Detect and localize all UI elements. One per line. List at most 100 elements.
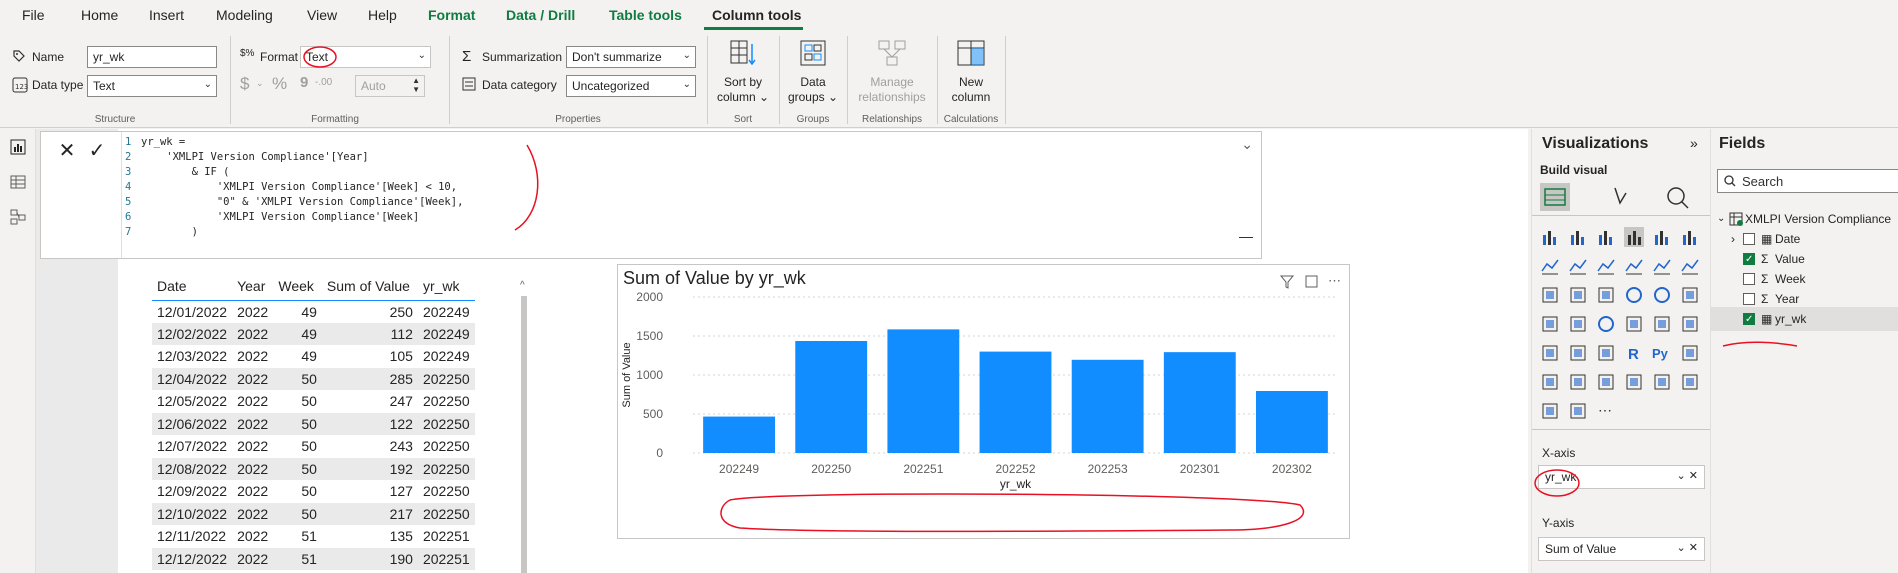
yaxis-well[interactable]: Sum of Value ⌄ ✕ xyxy=(1538,537,1705,561)
xaxis-well[interactable]: yr_wk ⌄ ✕ xyxy=(1538,465,1705,489)
funnel-icon[interactable] xyxy=(1568,285,1588,305)
clustered-column-icon[interactable] xyxy=(1624,227,1644,247)
scatter-icon[interactable] xyxy=(1596,285,1616,305)
line-column-icon[interactable] xyxy=(1624,256,1644,276)
bar[interactable] xyxy=(795,340,868,453)
table-row[interactable]: 12/06/2022 2022 50 122 202250 xyxy=(152,412,475,435)
field-checkbox[interactable] xyxy=(1743,308,1755,332)
100-bar-icon[interactable] xyxy=(1652,227,1672,247)
bar[interactable] xyxy=(887,329,960,453)
menu-view[interactable]: View xyxy=(307,7,337,23)
table-row[interactable]: 12/05/2022 2022 50 247 202250 xyxy=(152,390,475,413)
currency-button[interactable]: $ xyxy=(240,74,249,94)
field-checkbox[interactable] xyxy=(1743,233,1755,245)
stacked-bar-icon[interactable] xyxy=(1540,227,1560,247)
cancel-icon[interactable]: ✕ xyxy=(55,140,79,164)
r-visual-icon[interactable]: R xyxy=(1624,343,1644,363)
stacked-column-icon[interactable] xyxy=(1568,227,1588,247)
model-view-icon[interactable] xyxy=(10,209,26,225)
dax-editor[interactable]: 1 yr_wk = 2 'XMLPI Version Compliance'[Yea… xyxy=(123,132,1523,258)
decomposition-tree-icon[interactable] xyxy=(1540,372,1560,392)
table-row[interactable]: 12/12/2022 2022 51 190 202251 xyxy=(152,547,475,570)
chevrons-icon[interactable] xyxy=(1568,401,1588,421)
collapse-icon[interactable]: — xyxy=(1239,228,1253,244)
data-type-select[interactable]: Text ⌄ xyxy=(87,75,217,97)
multirow-card-icon[interactable] xyxy=(1652,314,1672,334)
table-row[interactable]: 12/08/2022 2022 50 192 202250 xyxy=(152,457,475,480)
name-input[interactable]: yr_wk xyxy=(87,46,217,68)
line-chart-icon[interactable] xyxy=(1540,256,1560,276)
bar-chart-visual[interactable]: Sum of Value by yr_wk ⋯ 0 500 1000 1500 2000… xyxy=(617,264,1350,539)
narrative-icon[interactable] xyxy=(1596,372,1616,392)
percent-button[interactable]: % xyxy=(272,74,287,94)
column-header[interactable]: Date xyxy=(152,272,233,301)
line-clustered-icon[interactable] xyxy=(1652,256,1672,276)
table-row[interactable]: 12/10/2022 2022 50 217 202250 xyxy=(152,502,475,525)
collapse-pane-icon[interactable]: » xyxy=(1690,135,1698,151)
data-groups-button[interactable]: Data groups ⌄ xyxy=(783,38,843,105)
table-icon[interactable] xyxy=(1568,343,1588,363)
fields-search[interactable]: Search xyxy=(1717,169,1898,193)
bar[interactable] xyxy=(1255,390,1328,453)
stacked-area-icon[interactable] xyxy=(1596,256,1616,276)
decimals-button[interactable]: -.00 xyxy=(315,77,332,88)
table-row[interactable]: 12/02/2022 2022 49 112 202249 xyxy=(152,322,475,345)
commit-icon[interactable]: ✓ xyxy=(85,140,109,164)
paginated-icon[interactable] xyxy=(1652,372,1672,392)
key-influencers-icon[interactable] xyxy=(1680,343,1700,363)
menu-insert[interactable]: Insert xyxy=(149,7,184,23)
column-header[interactable]: Year xyxy=(232,272,274,301)
slicer-icon[interactable] xyxy=(1540,343,1560,363)
bar[interactable] xyxy=(1071,359,1144,453)
menu-modeling[interactable]: Modeling xyxy=(216,7,273,23)
remove-field-icon[interactable]: ⌄ ✕ xyxy=(1677,469,1699,482)
column-header[interactable]: Sum of Value xyxy=(321,272,418,301)
filled-map-icon[interactable] xyxy=(1568,314,1588,334)
table-row[interactable]: 12/11/2022 2022 51 135 202251 xyxy=(152,525,475,548)
menu-home[interactable]: Home xyxy=(81,7,118,23)
manage-relationships-button[interactable]: Manage relationships xyxy=(850,38,934,105)
menu-file[interactable]: File xyxy=(22,7,45,23)
qa-icon[interactable] xyxy=(1568,372,1588,392)
new-column-button[interactable]: New column xyxy=(942,38,1000,105)
table-scrollbar[interactable]: ^ xyxy=(518,272,530,573)
format-select[interactable]: Text ⌄ xyxy=(300,46,431,68)
column-header[interactable]: yr_wk xyxy=(417,272,475,301)
bar[interactable] xyxy=(703,416,776,453)
sort-by-column-button[interactable]: Sort by column ⌄ xyxy=(715,38,771,105)
100-column-icon[interactable] xyxy=(1680,227,1700,247)
card-icon[interactable] xyxy=(1624,314,1644,334)
treemap-icon[interactable] xyxy=(1680,285,1700,305)
table-row[interactable]: 12/03/2022 2022 49 105 202249 xyxy=(152,345,475,368)
area-chart-icon[interactable] xyxy=(1568,256,1588,276)
menu-data-drill[interactable]: Data / Drill xyxy=(506,7,575,23)
gauge-icon[interactable] xyxy=(1596,314,1616,334)
bar[interactable] xyxy=(979,351,1052,453)
expand-chevron-icon[interactable]: ⌄ xyxy=(1241,136,1253,153)
formula-bar[interactable]: ✕ ✓ 1 yr_wk = 2 'XMLPI Version Compliance'… xyxy=(40,131,1262,259)
remove-field-icon[interactable]: ⌄ ✕ xyxy=(1677,541,1699,554)
python-visual-icon[interactable]: Py xyxy=(1652,343,1672,363)
map-icon[interactable] xyxy=(1540,314,1560,334)
column-header[interactable]: Week xyxy=(273,272,322,301)
ribbon-chart-icon[interactable] xyxy=(1680,256,1700,276)
waterfall-icon[interactable] xyxy=(1540,285,1560,305)
field-checkbox[interactable] xyxy=(1743,293,1755,305)
table-row[interactable]: 12/04/2022 2022 50 285 202250 xyxy=(152,367,475,390)
pie-icon[interactable] xyxy=(1624,285,1644,305)
goals-icon[interactable] xyxy=(1624,372,1644,392)
donut-icon[interactable] xyxy=(1652,285,1672,305)
menu-format[interactable]: Format xyxy=(428,7,475,23)
table-view-icon[interactable] xyxy=(10,174,26,190)
comma-button[interactable]: 9 xyxy=(300,74,308,91)
menu-help[interactable]: Help xyxy=(368,7,397,23)
field-item-yr-wk[interactable]: ▦yr_wk xyxy=(1711,307,1898,332)
kpi-icon[interactable] xyxy=(1680,314,1700,334)
decimal-places-input[interactable]: Auto ▲ ▼ xyxy=(355,75,425,97)
table-visual[interactable]: Date Year Week Sum of Value yr_wk 12/01/2022… xyxy=(152,272,530,573)
table-row[interactable]: 12/09/2022 2022 50 127 202250 xyxy=(152,480,475,503)
bar[interactable] xyxy=(1163,352,1236,453)
matrix-icon[interactable] xyxy=(1596,343,1616,363)
field-checkbox[interactable] xyxy=(1743,248,1755,272)
menu-column-tools[interactable]: Column tools xyxy=(712,7,801,23)
